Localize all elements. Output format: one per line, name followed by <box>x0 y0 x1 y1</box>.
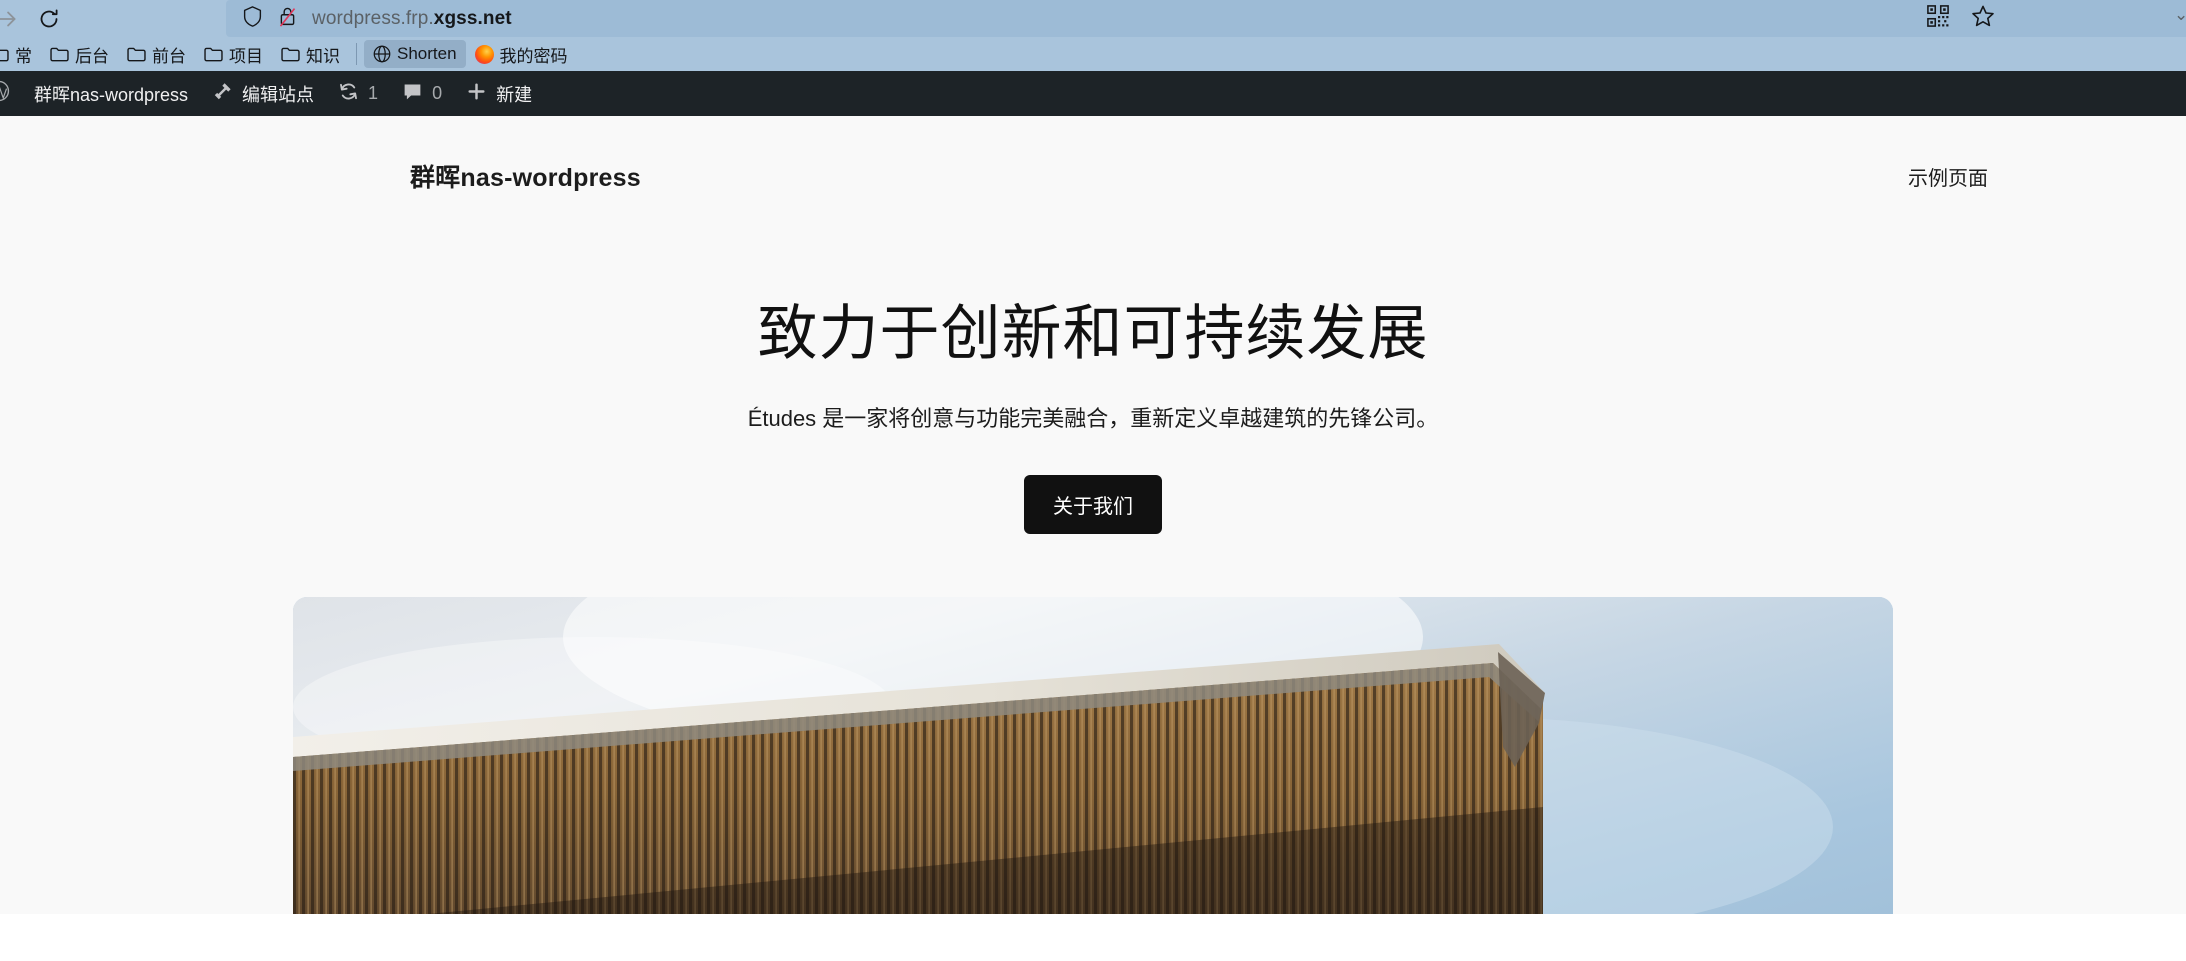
browser-chrome: wordpress.frp.xgss.net ⌄ 常 后台 前台 项目 知识 S… <box>0 0 2186 71</box>
bookmark-label: 常 <box>15 46 32 66</box>
wp-admin-bar: 群晖nas-wordpress 编辑站点 1 0 新建 <box>0 71 2186 116</box>
bookmarks-divider <box>356 43 357 65</box>
admin-bar-new-content[interactable]: 新建 <box>454 71 544 116</box>
qr-code-icon[interactable] <box>1927 5 1949 32</box>
architecture-photo <box>293 597 1893 914</box>
hammer-icon <box>212 81 233 107</box>
hero-image <box>293 597 1893 914</box>
about-us-button[interactable]: 关于我们 <box>1024 475 1162 534</box>
admin-bar-updates[interactable]: 1 <box>326 71 390 116</box>
bookmark-folder-2[interactable]: 前台 <box>118 38 195 71</box>
hero-section: 致力于创新和可持续发展 Études 是一家将创意与功能完美融合，重新定义卓越建… <box>0 194 2186 914</box>
bookmarks-bar: 常 后台 前台 项目 知识 Shorten 我的密码 <box>0 37 2186 71</box>
folder-icon <box>0 46 9 62</box>
site-name-label: 群晖nas-wordpress <box>34 84 189 105</box>
folder-icon <box>281 46 300 62</box>
admin-bar-site-name[interactable]: 群晖nas-wordpress <box>22 71 200 116</box>
reload-button[interactable] <box>28 2 70 36</box>
hero-heading: 致力于创新和可持续发展 <box>757 300 1429 367</box>
arrow-right-icon <box>0 6 20 32</box>
site-viewport: 群晖nas-wordpress 示例页面 致力于创新和可持续发展 Études … <box>0 116 2186 914</box>
folder-icon <box>50 46 69 62</box>
bookmark-folder-4[interactable]: 知识 <box>272 38 349 71</box>
new-content-label: 新建 <box>496 84 533 105</box>
bookmark-folder-3[interactable]: 项目 <box>195 38 272 71</box>
bookmark-label: 知识 <box>306 46 340 66</box>
address-bar-actions <box>1927 0 2001 37</box>
globe-icon <box>373 45 391 63</box>
site-header: 群晖nas-wordpress 示例页面 <box>0 116 2186 194</box>
bookmark-folder-1[interactable]: 后台 <box>41 38 118 71</box>
wp-logo-menu[interactable] <box>0 71 22 116</box>
update-refresh-icon <box>338 81 359 107</box>
star-bookmark-icon[interactable] <box>1971 4 1995 33</box>
address-bar[interactable]: wordpress.frp.xgss.net <box>226 0 2186 37</box>
url-text: wordpress.frp.xgss.net <box>312 8 512 30</box>
reload-icon <box>37 7 61 31</box>
bookmark-label: Shorten <box>397 44 457 63</box>
admin-bar-comments[interactable]: 0 <box>390 71 454 116</box>
site-title[interactable]: 群晖nas-wordpress <box>410 158 641 194</box>
comment-bubble-icon <box>402 81 423 107</box>
nav-link-sample-page[interactable]: 示例页面 <box>1908 162 1988 191</box>
bookmark-folder-0[interactable]: 常 <box>0 38 41 71</box>
comments-count: 0 <box>432 83 443 103</box>
folder-icon <box>127 46 146 62</box>
updates-count: 1 <box>368 83 379 103</box>
browser-nav-row: wordpress.frp.xgss.net ⌄ <box>0 0 2186 37</box>
folder-icon <box>204 46 223 62</box>
bookmark-shorten[interactable]: Shorten <box>364 40 466 68</box>
url-prefix: wordpress.frp. <box>312 7 434 29</box>
hero-subheading: Études 是一家将创意与功能完美融合，重新定义卓越建筑的先锋公司。 <box>747 406 1439 431</box>
lock-crossed-icon[interactable] <box>277 5 298 33</box>
forward-button[interactable] <box>0 2 28 36</box>
bookmark-my-passwords[interactable]: 我的密码 <box>466 38 577 71</box>
bookmark-label: 前台 <box>152 46 186 66</box>
plus-icon <box>466 81 487 107</box>
wordpress-logo-icon <box>0 80 10 107</box>
edit-site-label: 编辑站点 <box>242 84 315 105</box>
bookmark-label: 项目 <box>229 46 263 66</box>
firefox-icon <box>474 44 494 64</box>
shield-icon[interactable] <box>242 5 263 33</box>
bookmark-label: 后台 <box>75 46 109 66</box>
window-menu-indicator: ⌄ <box>2174 5 2186 24</box>
bookmark-label: 我的密码 <box>499 46 568 66</box>
admin-bar-edit-site[interactable]: 编辑站点 <box>200 71 326 116</box>
url-domain: xgss.net <box>433 7 512 29</box>
site-navigation: 示例页面 <box>1908 162 1988 191</box>
